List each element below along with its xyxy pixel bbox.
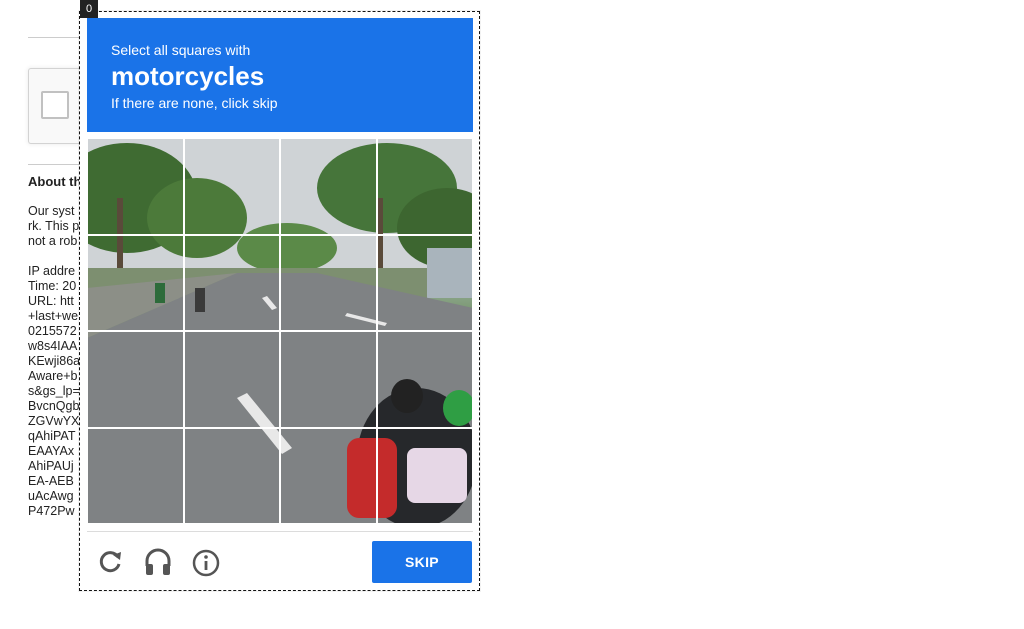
diagnostic-line: KEwji86a <box>28 354 81 368</box>
audio-icon[interactable] <box>142 546 174 578</box>
diagnostic-line: not a rob <box>28 234 78 248</box>
grid-tile[interactable] <box>182 138 281 236</box>
diagnostic-line: 0215572 <box>28 324 77 338</box>
frame-index-badge: 0 <box>80 0 98 18</box>
grid-tile[interactable] <box>182 330 281 429</box>
grid-tile[interactable] <box>279 426 378 524</box>
grid-tile[interactable] <box>375 330 473 429</box>
diagnostic-line: URL: htt <box>28 294 74 308</box>
diagnostic-line: uAcAwg <box>28 489 74 503</box>
grid-tile[interactable] <box>182 233 281 332</box>
grid-tile[interactable] <box>375 233 473 332</box>
footer-divider <box>87 531 473 532</box>
diagnostic-line: BvcnQgb <box>28 399 80 413</box>
grid-tile[interactable] <box>87 330 185 429</box>
grid-tile[interactable] <box>87 138 185 236</box>
grid-tile[interactable] <box>375 138 473 236</box>
diagnostic-line: s&gs_lp= <box>28 384 80 398</box>
diagnostic-line: w8s4IAA <box>28 339 78 353</box>
grid-tile[interactable] <box>279 138 378 236</box>
instruction-prefix: Select all squares with <box>111 42 251 58</box>
diagnostic-line: EA-AEB <box>28 474 74 488</box>
grid-tile[interactable] <box>182 426 281 524</box>
instruction-suffix: If there are none, click skip <box>111 95 278 111</box>
diagnostic-line: ZGVwYX <box>28 414 80 428</box>
grid-tile[interactable] <box>87 426 185 524</box>
target-object: motorcycles <box>111 61 265 91</box>
diagnostic-line: qAhiPAT <box>28 429 76 443</box>
diagnostic-line: Time: 20 <box>28 279 77 293</box>
diagnostic-line: +last+we <box>28 309 79 323</box>
diagnostic-line: IP addre <box>28 264 76 278</box>
grid-tile[interactable] <box>279 233 378 332</box>
diagnostic-line: Aware+b <box>28 369 78 383</box>
recaptcha-checkbox[interactable] <box>41 91 69 119</box>
diagnostic-line: AhiPAUj <box>28 459 74 473</box>
skip-button[interactable]: SKIP <box>372 541 472 583</box>
diagnostic-line: EAAYAx <box>28 444 75 458</box>
grid-tile[interactable] <box>279 330 378 429</box>
image-grid <box>87 138 473 524</box>
challenge-header: Select all squares with motorcycles If t… <box>87 18 473 132</box>
grid-tile[interactable] <box>375 426 473 524</box>
diagnostic-line: rk. This p <box>28 219 80 233</box>
diagnostic-line: Our syst <box>28 204 75 218</box>
info-icon[interactable] <box>190 546 222 578</box>
reload-icon[interactable] <box>94 546 126 578</box>
grid-tile[interactable] <box>87 233 185 332</box>
diagnostic-line: P472Pw <box>28 504 75 518</box>
about-heading: About th <box>28 174 82 189</box>
